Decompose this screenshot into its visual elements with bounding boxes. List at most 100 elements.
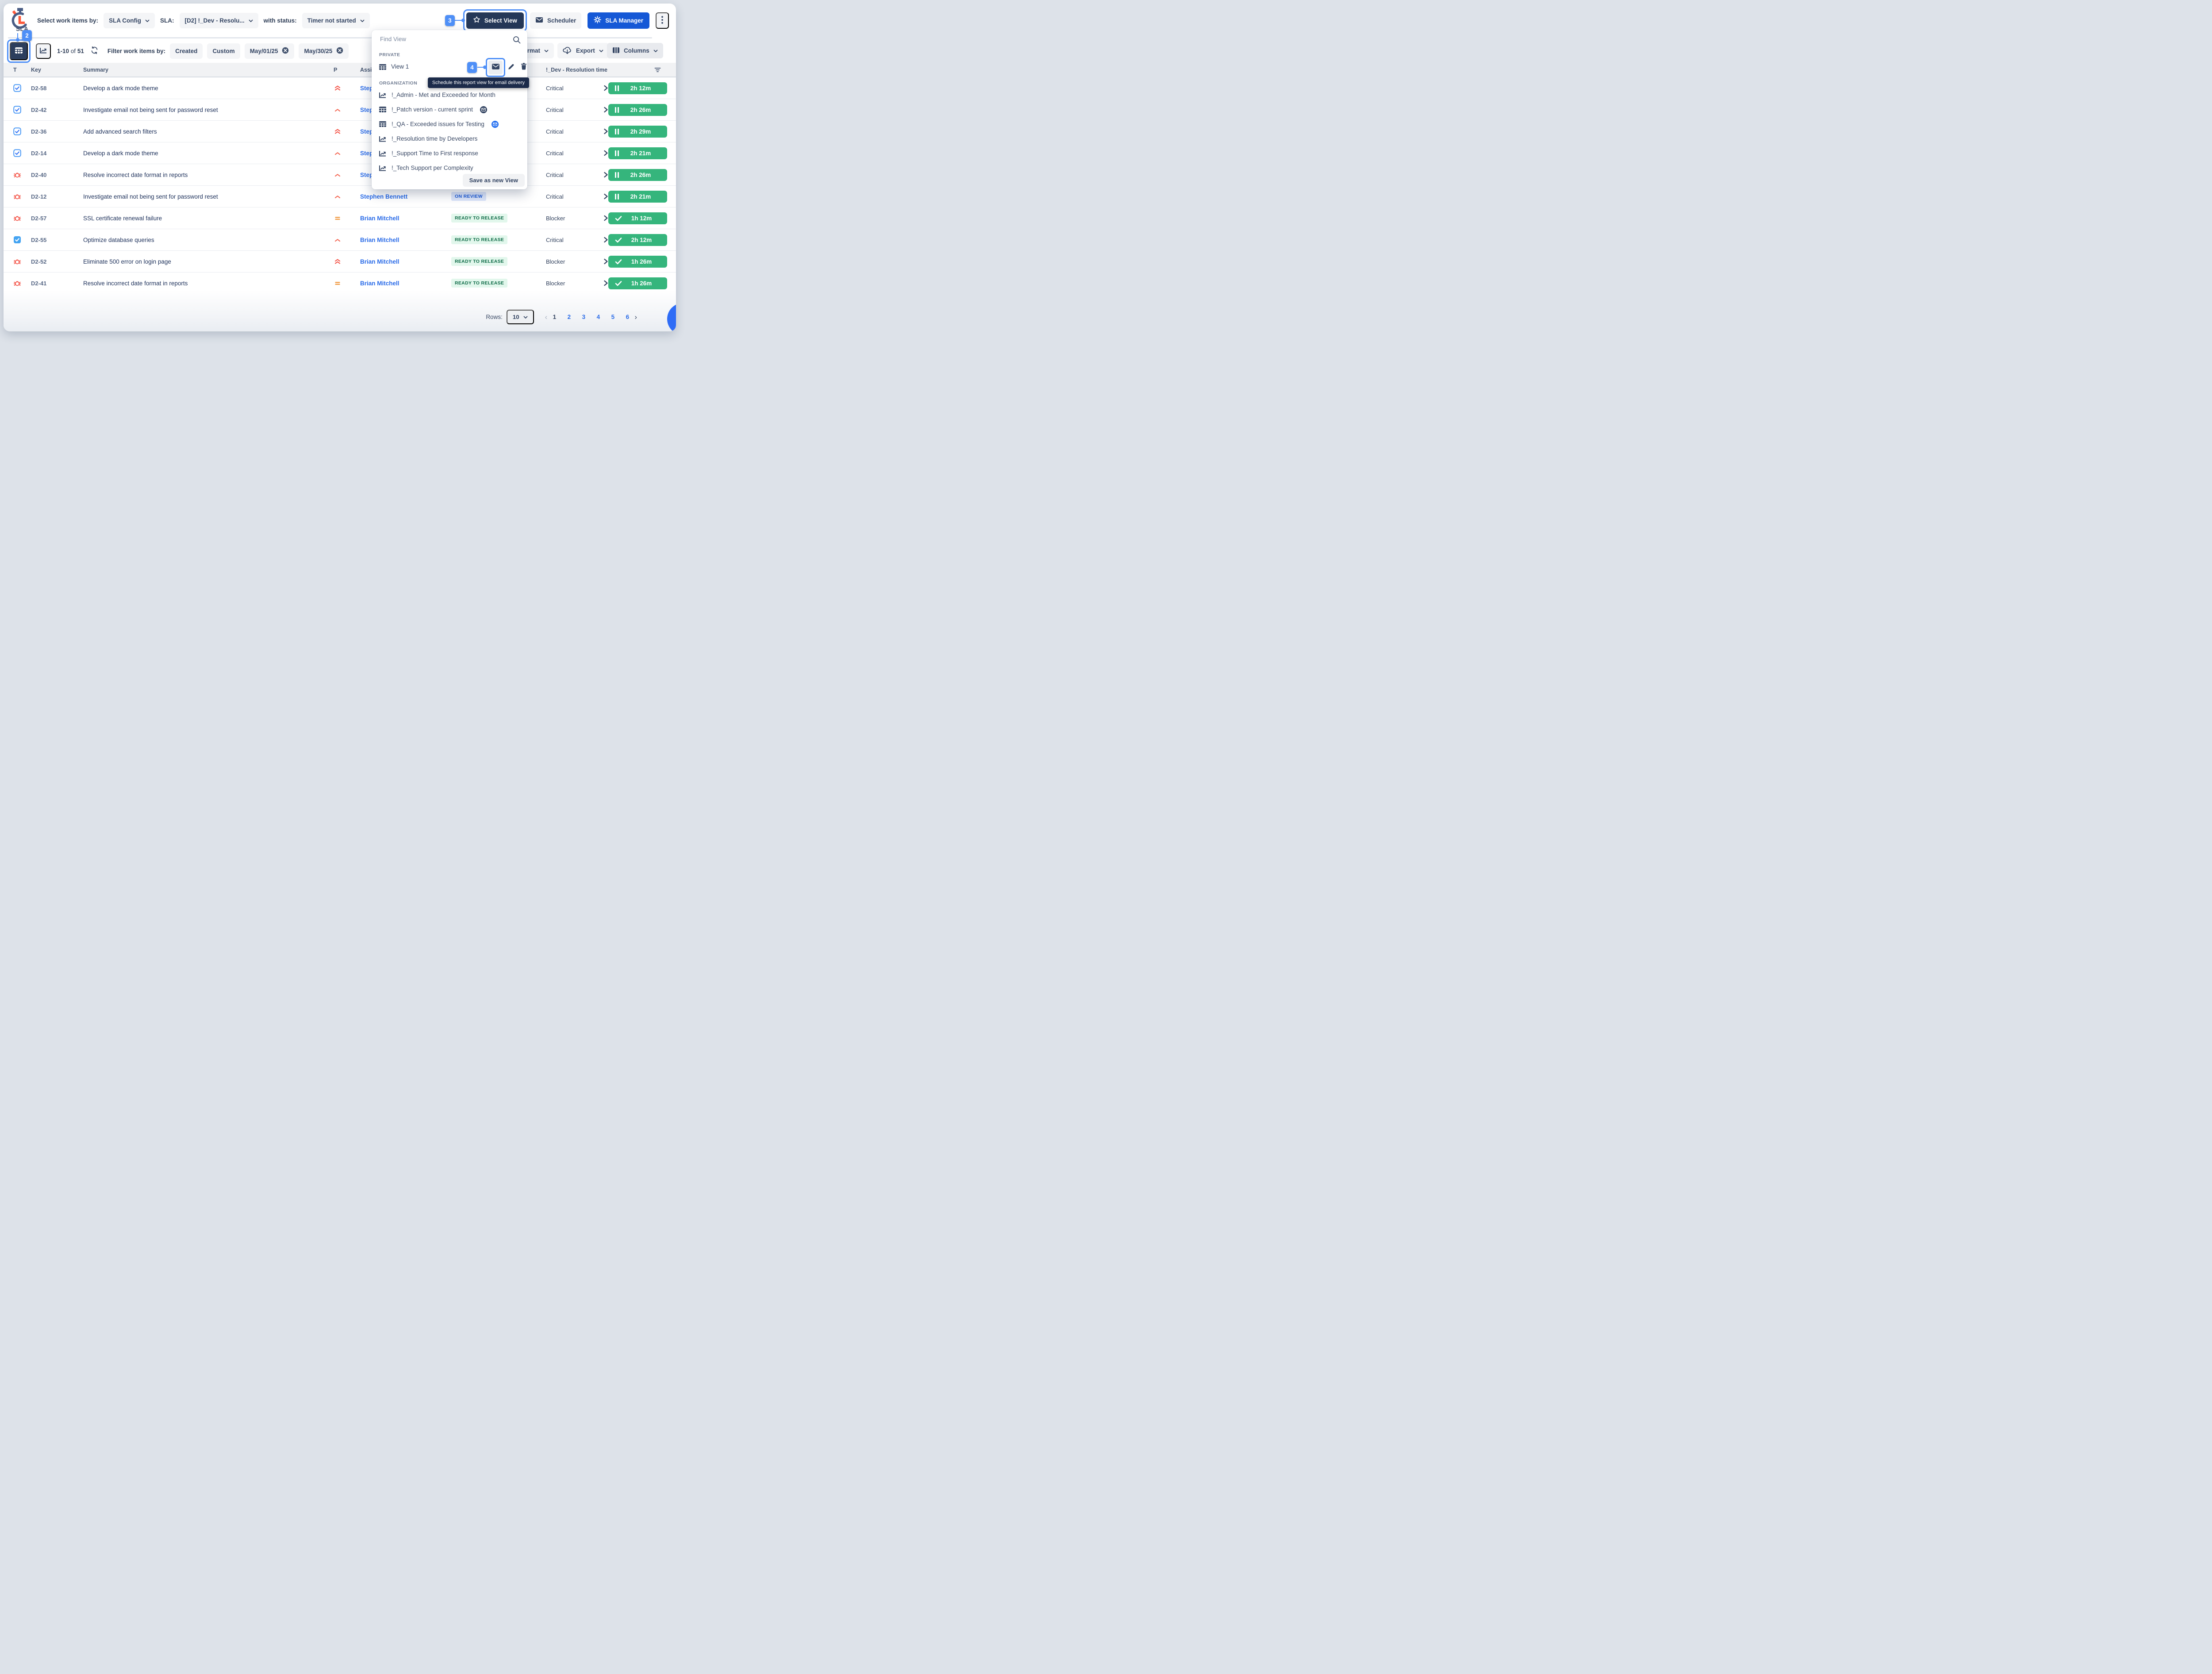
expand-chevron[interactable] bbox=[603, 237, 608, 243]
task-icon bbox=[13, 106, 21, 114]
pagination: Rows: 10 ‹ 123456 › bbox=[486, 310, 637, 324]
save-as-new-view-button[interactable]: Save as new View bbox=[463, 174, 525, 187]
status-badge: ON REVIEW bbox=[451, 192, 486, 201]
page-number[interactable]: 5 bbox=[610, 314, 616, 320]
bug-icon bbox=[13, 171, 21, 179]
edit-view-button[interactable] bbox=[507, 63, 515, 72]
organization-view-item[interactable]: !_Admin - Met and Exceeded for Month bbox=[372, 88, 527, 102]
task-icon bbox=[13, 149, 21, 157]
expand-chevron[interactable] bbox=[603, 107, 608, 113]
expand-chevron[interactable] bbox=[603, 193, 608, 200]
select-view-button[interactable]: 3 Select View bbox=[466, 12, 524, 29]
organization-view-item[interactable]: !_Patch version - current sprint bbox=[372, 102, 527, 117]
expand-chevron[interactable] bbox=[603, 172, 608, 178]
organization-view-item[interactable]: !_Resolution time by Developers bbox=[372, 131, 527, 146]
help-floating-button[interactable] bbox=[667, 303, 676, 331]
table-row[interactable]: D2-57 SSL certificate renewal failure Br… bbox=[4, 207, 676, 229]
priority-high-icon bbox=[334, 236, 342, 243]
timer-badge[interactable]: 1h 26m bbox=[608, 256, 667, 268]
filter-chip[interactable]: Custom bbox=[207, 43, 240, 59]
table-row[interactable]: D2-55 Optimize database queries Brian Mi… bbox=[4, 229, 676, 251]
table-row[interactable]: D2-52 Eliminate 500 error on login page … bbox=[4, 251, 676, 273]
expand-chevron[interactable] bbox=[603, 215, 608, 221]
organization-view-item[interactable]: !_Support Time to First response bbox=[372, 146, 527, 161]
filter-chip[interactable]: Created bbox=[170, 43, 203, 59]
footer: Rows: 10 ‹ 123456 › bbox=[4, 290, 676, 331]
col-header-priority[interactable]: P bbox=[328, 67, 350, 73]
assignee-link[interactable]: Stephen Bennett bbox=[350, 193, 447, 200]
expand-chevron[interactable] bbox=[603, 128, 608, 134]
col-header-summary[interactable]: Summary bbox=[74, 67, 328, 73]
date-filter-chip[interactable]: May/30/25 bbox=[299, 43, 349, 59]
check-icon bbox=[615, 280, 622, 286]
filter-funnel-icon[interactable] bbox=[654, 67, 661, 73]
close-icon[interactable] bbox=[336, 47, 343, 55]
page-number[interactable]: 1 bbox=[551, 314, 557, 320]
table-row[interactable]: D2-14 Develop a dark mode theme Stephen … bbox=[4, 142, 676, 164]
table-row[interactable]: D2-40 Resolve incorrect date format in r… bbox=[4, 164, 676, 186]
status-dropdown[interactable]: Timer not started bbox=[302, 13, 370, 28]
more-options-kebab[interactable] bbox=[656, 12, 669, 29]
table-row[interactable]: D2-42 Investigate email not being sent f… bbox=[4, 99, 676, 121]
issue-key: D2-52 bbox=[25, 258, 74, 265]
table-row[interactable]: D2-12 Investigate email not being sent f… bbox=[4, 186, 676, 207]
page-number[interactable]: 4 bbox=[595, 314, 601, 320]
organization-view-item[interactable]: !_Tech Support per Complexity bbox=[372, 161, 527, 175]
expand-chevron[interactable] bbox=[603, 85, 608, 91]
timer-badge[interactable]: 1h 26m bbox=[608, 277, 667, 289]
chevron-down-icon bbox=[599, 47, 603, 54]
callout-dot bbox=[16, 38, 19, 42]
table-view-toggle[interactable] bbox=[10, 42, 28, 60]
scheduler-button[interactable]: Scheduler bbox=[530, 12, 581, 29]
issue-summary: SSL certificate renewal failure bbox=[74, 215, 328, 222]
timer-badge[interactable]: 1h 12m bbox=[608, 212, 667, 224]
columns-dropdown[interactable]: Columns bbox=[607, 43, 663, 58]
timer-badge[interactable]: 2h 29m bbox=[608, 126, 667, 138]
timer-badge[interactable]: 2h 26m bbox=[608, 169, 667, 181]
timer-badge[interactable]: 2h 12m bbox=[608, 234, 667, 246]
private-view-item[interactable]: View 1 4 bbox=[372, 59, 527, 75]
callout-badge-2: 2 bbox=[22, 30, 32, 41]
rows-per-page-dropdown[interactable]: 10 bbox=[507, 310, 534, 324]
table-row[interactable]: D2-36 Add advanced search filters Stephe… bbox=[4, 121, 676, 142]
issue-summary: Resolve incorrect date format in reports bbox=[74, 172, 328, 178]
assignee-link[interactable]: Brian Mitchell bbox=[350, 258, 447, 265]
next-page-button[interactable]: › bbox=[634, 313, 637, 321]
page-number[interactable]: 3 bbox=[580, 314, 587, 320]
assignee-link[interactable]: Brian Mitchell bbox=[350, 237, 447, 243]
timer-badge[interactable]: 2h 21m bbox=[608, 191, 667, 203]
issue-key: D2-57 bbox=[25, 215, 74, 222]
table-row[interactable]: D2-58 Develop a dark mode theme Stephen … bbox=[4, 77, 676, 99]
scheduled-envelope-badge bbox=[480, 106, 487, 113]
date-filter-chip[interactable]: May/01/25 bbox=[245, 43, 295, 59]
delete-view-button[interactable] bbox=[520, 62, 527, 72]
page-number[interactable]: 2 bbox=[566, 314, 572, 320]
timer-badge[interactable]: 2h 26m bbox=[608, 104, 667, 116]
find-view-input[interactable] bbox=[379, 35, 505, 43]
expand-chevron[interactable] bbox=[603, 280, 608, 286]
assignee-link[interactable]: Brian Mitchell bbox=[350, 215, 447, 222]
timer-badge[interactable]: 2h 12m bbox=[608, 82, 667, 94]
page-number[interactable]: 6 bbox=[624, 314, 630, 320]
chart-view-toggle[interactable] bbox=[36, 43, 51, 59]
expand-chevron[interactable] bbox=[603, 150, 608, 156]
results-count: 1-10 of 51 bbox=[57, 48, 84, 54]
col-header-key[interactable]: Key bbox=[25, 67, 74, 73]
refresh-button[interactable] bbox=[89, 45, 100, 57]
col-header-type[interactable]: T bbox=[4, 67, 25, 73]
sla-dropdown[interactable]: [D2] !_Dev - Resolu... bbox=[180, 13, 258, 28]
close-icon[interactable] bbox=[282, 47, 289, 55]
col-header-metric[interactable]: !_Dev - Resolution time bbox=[544, 67, 676, 73]
schedule-view-button[interactable]: 4 bbox=[488, 61, 503, 74]
organization-view-item[interactable]: !_QA - Exceeded issues for Testing bbox=[372, 117, 527, 131]
export-dropdown[interactable]: Export bbox=[557, 43, 609, 58]
pause-icon bbox=[615, 150, 620, 156]
prev-page-button[interactable]: ‹ bbox=[545, 313, 548, 321]
assignee-link[interactable]: Brian Mitchell bbox=[350, 280, 447, 287]
expand-chevron[interactable] bbox=[603, 258, 608, 265]
sla-config-dropdown[interactable]: SLA Config bbox=[104, 13, 155, 28]
issue-key: D2-42 bbox=[25, 107, 74, 113]
view-name: !_QA - Exceeded issues for Testing bbox=[392, 121, 484, 127]
sla-manager-button[interactable]: SLA Manager bbox=[588, 12, 649, 29]
timer-badge[interactable]: 2h 21m bbox=[608, 147, 667, 159]
